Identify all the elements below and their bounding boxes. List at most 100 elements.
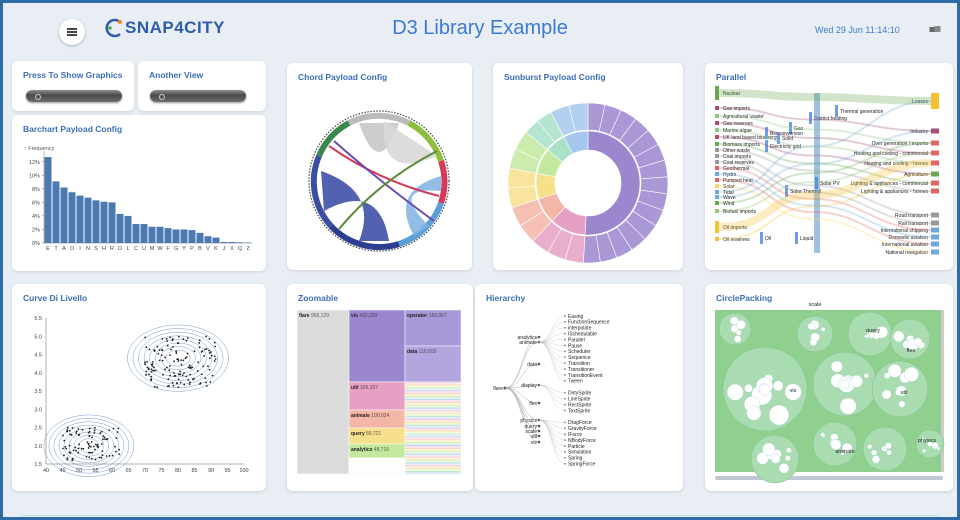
sankey-source-node xyxy=(715,195,719,199)
x-tick-label: M xyxy=(150,246,155,252)
data-point xyxy=(85,455,88,458)
sankey-source-node xyxy=(715,154,719,158)
tree-link xyxy=(538,321,566,343)
data-point xyxy=(211,374,214,377)
data-point xyxy=(114,445,117,448)
data-point xyxy=(189,381,191,384)
data-point xyxy=(179,381,182,384)
data-point xyxy=(156,386,159,389)
horizontal-scrollbar xyxy=(715,476,943,480)
bar xyxy=(236,242,244,243)
data-point xyxy=(68,444,71,447)
data-point xyxy=(75,432,78,434)
contour-line xyxy=(154,342,202,374)
tree-node xyxy=(564,332,566,335)
pack-leaf-circle xyxy=(893,330,905,342)
tree-node xyxy=(564,456,566,459)
chord-ribbon xyxy=(321,171,389,241)
data-point xyxy=(181,374,184,377)
data-point xyxy=(210,354,213,357)
data-point xyxy=(147,368,150,371)
tree-link xyxy=(538,341,566,382)
sankey-target-node xyxy=(931,241,939,247)
pack-leaf-circle xyxy=(830,360,843,373)
data-point xyxy=(145,373,147,376)
fullscreen-icon[interactable] xyxy=(929,25,941,34)
sankey-target-node xyxy=(931,220,939,226)
pack-label: physics xyxy=(918,438,937,444)
tree-node xyxy=(537,440,541,444)
data-point xyxy=(90,441,93,443)
tree-node xyxy=(564,427,566,430)
pack-leaf-circle xyxy=(768,404,789,426)
bar xyxy=(188,230,196,243)
data-point xyxy=(71,459,74,462)
data-point xyxy=(183,383,186,386)
sankey-source-node xyxy=(715,86,719,100)
data-point xyxy=(156,345,159,348)
sankey-mid-label: Oil xyxy=(765,236,771,242)
sankey-source-node xyxy=(715,166,719,170)
data-point xyxy=(162,373,164,376)
pack-leaf-circle xyxy=(758,383,771,396)
tree-root-label: flare xyxy=(493,386,503,392)
sankey-mid-node xyxy=(760,232,763,244)
icicle-label-value: 89,721 xyxy=(366,431,382,437)
data-point xyxy=(197,361,200,364)
data-point xyxy=(157,352,160,355)
sankey-mid-node xyxy=(795,232,798,244)
data-point xyxy=(71,427,74,429)
header-bar: SNAP4CITY D3 Library Example Wed 29 Jun … xyxy=(3,3,957,55)
tree-node xyxy=(564,350,566,353)
data-point xyxy=(148,348,151,351)
data-point xyxy=(92,445,95,448)
tree-node xyxy=(564,462,566,465)
data-point xyxy=(150,370,153,373)
data-point xyxy=(150,375,153,378)
icicle-cell-root xyxy=(296,309,350,475)
another-view-toggle[interactable] xyxy=(150,90,246,102)
data-point xyxy=(100,456,103,459)
data-point xyxy=(100,430,103,433)
data-point xyxy=(190,366,192,368)
data-point xyxy=(78,443,81,446)
bar xyxy=(84,197,92,243)
data-point xyxy=(93,432,96,434)
data-point xyxy=(153,366,155,369)
data-point xyxy=(153,385,156,388)
tree-node-label: vis xyxy=(531,440,538,446)
pack-label: flex xyxy=(907,348,916,354)
bar xyxy=(172,229,180,243)
sankey-source-node xyxy=(715,237,719,241)
data-point xyxy=(105,438,108,441)
data-point xyxy=(63,439,66,442)
sankey-target-node xyxy=(931,249,939,255)
sankey-source-node xyxy=(715,160,719,164)
data-point xyxy=(77,428,80,430)
x-tick-label: I xyxy=(79,246,81,252)
tree-leaf-label: SpringForce xyxy=(568,462,595,468)
pack-leaf-circle xyxy=(770,454,781,464)
bar xyxy=(124,215,132,243)
data-point xyxy=(185,375,188,378)
sankey-source-node xyxy=(715,142,719,146)
another-view-card: Another View xyxy=(138,61,266,111)
y-tick-label: 8% xyxy=(32,187,40,193)
x-tick-label: Y xyxy=(182,246,186,252)
pack-leaf-circle xyxy=(885,442,892,449)
data-point xyxy=(88,435,91,437)
icicle-label-name: animate xyxy=(351,413,371,419)
zoomable-card: Zoomable flare 956,129 vis 432,029 operato… xyxy=(287,284,473,491)
x-tick-label: H xyxy=(102,246,106,252)
tree-link xyxy=(538,341,566,370)
bar xyxy=(116,213,124,243)
data-point xyxy=(112,427,115,430)
sankey-diagram: NuclearGas importsAgricultural 'waste'Ga… xyxy=(715,86,939,256)
icicle-chart: flare 956,129 vis 432,029 operator 183,967… xyxy=(296,309,462,475)
show-graphics-toggle[interactable] xyxy=(26,90,122,102)
data-point xyxy=(80,447,83,450)
sankey-target-node xyxy=(931,150,939,156)
icicle-cell xyxy=(348,309,406,383)
data-point xyxy=(151,361,154,363)
pack-leaf-circle xyxy=(913,337,923,347)
